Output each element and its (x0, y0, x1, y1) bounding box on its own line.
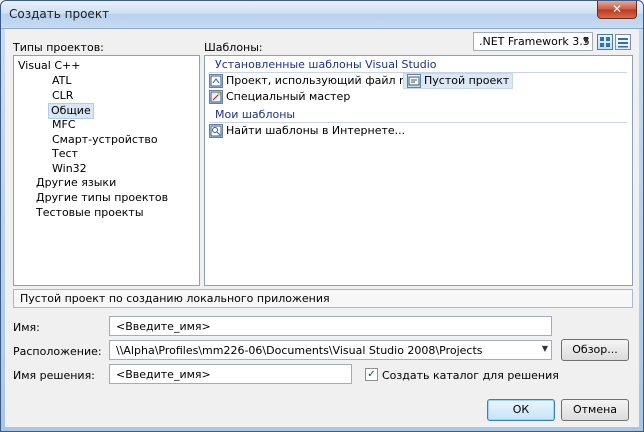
my-templates-header: Мои шаблоны (215, 108, 296, 121)
tree-item-clr[interactable]: CLR (50, 89, 75, 103)
project-name-input[interactable]: <Введите_имя> (109, 316, 552, 336)
project-name-value: <Введите_имя> (116, 320, 211, 333)
title-bar[interactable]: Создать проект ✕ (1, 1, 643, 29)
tree-item-win32[interactable]: Win32 (50, 162, 89, 176)
empty-project-icon (407, 74, 421, 88)
tree-item-test-projects[interactable]: Тестовые проекты (34, 206, 146, 220)
tree-item-label: Visual C++ (18, 59, 81, 72)
tree-item-label: Тестовые проекты (36, 206, 144, 219)
solution-name-value: <Введите_имя> (116, 368, 211, 381)
search-online-icon (209, 124, 223, 138)
tree-item-mfc[interactable]: MFC (50, 118, 78, 132)
tree-item-label: MFC (52, 118, 76, 131)
tree-item-label: Тест (52, 147, 78, 160)
create-directory-label[interactable]: Создать каталог для решения (382, 369, 559, 382)
tree-item-atl[interactable]: ATL (50, 74, 74, 88)
large-icons-view-button[interactable] (597, 34, 613, 50)
small-icons-icon (618, 38, 628, 48)
location-label: Расположение: (13, 345, 102, 358)
tree-item-other-languages[interactable]: Другие языки (34, 176, 118, 190)
template-label: Специальный мастер (226, 90, 351, 103)
tree-item-test[interactable]: Тест (50, 147, 80, 161)
tree-item-general[interactable]: Общие (48, 103, 94, 119)
tree-item-label: Win32 (52, 162, 87, 175)
tree-item-visual-cpp[interactable]: Visual C++ (16, 59, 82, 73)
template-search-online[interactable]: Найти шаблоны в Интернете... (209, 124, 405, 138)
framework-select[interactable]: .NET Framework 3.5 ▼ (473, 32, 593, 51)
name-label: Имя: (13, 321, 40, 334)
tree-item-label: Смарт-устройство (52, 133, 158, 146)
ok-button-label: ОК (512, 403, 530, 416)
chevron-down-icon: ▼ (582, 36, 589, 45)
browse-button[interactable]: Обзор... (561, 339, 629, 361)
project-types-label: Типы проектов: (13, 41, 104, 54)
template-label: Найти шаблоны в Интернете... (226, 124, 406, 137)
solution-name-label: Имя решения: (13, 369, 95, 382)
installed-templates-header: Установленные шаблоны Visual Studio (215, 58, 437, 71)
tree-item-label: CLR (52, 89, 74, 102)
group-divider (209, 122, 627, 123)
new-project-dialog: Создать проект ✕ Типы проектов: Шаблоны:… (0, 0, 644, 432)
tree-item-smart-device[interactable]: Смарт-устройство (50, 133, 160, 147)
close-icon: ✕ (611, 2, 623, 16)
close-button[interactable]: ✕ (597, 1, 637, 19)
chevron-down-icon: ▼ (541, 344, 548, 353)
tree-item-label: ATL (52, 74, 72, 87)
tree-item-label: Другие типы проектов (36, 191, 169, 204)
template-custom-wizard[interactable]: Специальный мастер (209, 90, 350, 104)
template-description: Пустой проект по созданию локального при… (13, 289, 633, 308)
tree-item-other-project-types[interactable]: Другие типы проектов (34, 191, 170, 205)
template-description-text: Пустой проект по созданию локального при… (20, 292, 330, 305)
custom-wizard-icon (209, 90, 223, 104)
templates-label: Шаблоны: (204, 41, 263, 54)
location-value: \\Alpha\Profiles\mm226-06\Documents\Visu… (116, 344, 483, 357)
dialog-client-area: Типы проектов: Шаблоны: .NET Framework 3… (5, 29, 639, 427)
ok-button[interactable]: ОК (487, 399, 555, 421)
location-select[interactable]: \\Alpha\Profiles\mm226-06\Documents\Visu… (109, 340, 552, 360)
template-label: Пустой проект (424, 74, 510, 87)
tree-item-label: Другие языки (36, 176, 117, 189)
makefile-project-icon (209, 74, 223, 88)
window-title: Создать проект (9, 7, 110, 21)
solution-name-input[interactable]: <Введите_имя> (109, 364, 352, 384)
create-directory-checkbox[interactable]: ✓ (365, 368, 378, 381)
project-types-tree[interactable]: Visual C++ ATL CLR Общие MFC Смарт-устро… (13, 55, 200, 286)
large-icons-icon (600, 37, 610, 47)
cancel-button[interactable]: Отмена (561, 399, 629, 421)
check-icon: ✓ (367, 369, 376, 380)
cancel-button-label: Отмена (572, 403, 618, 416)
template-empty-project[interactable]: Пустой проект (403, 73, 514, 89)
small-icons-view-button[interactable] (615, 34, 631, 50)
templates-list[interactable]: Установленные шаблоны Visual Studio Прое… (204, 55, 633, 286)
browse-button-label: Обзор... (572, 343, 618, 356)
framework-selected: .NET Framework 3.5 (479, 35, 590, 48)
tree-item-label: Общие (51, 104, 91, 117)
